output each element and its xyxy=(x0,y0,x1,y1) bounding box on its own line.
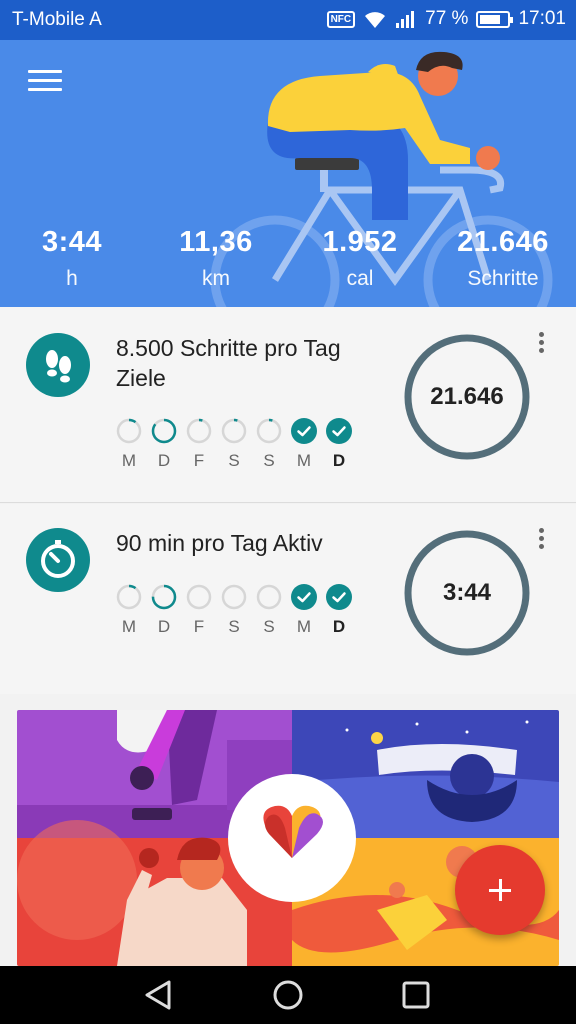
goal-card-active-minutes[interactable]: 90 min pro Tag Aktiv M D F S S M D 3:44 xyxy=(0,504,576,694)
day-progress: D xyxy=(151,418,177,471)
day-progress: D xyxy=(151,584,177,637)
day-label: S xyxy=(263,617,275,636)
day-progress: M xyxy=(291,584,317,637)
goal-value: 21.646 xyxy=(430,383,504,410)
day-progress-ring xyxy=(116,584,142,610)
weekly-progress: MDFSSMD xyxy=(116,584,366,644)
day-progress: D xyxy=(326,584,352,637)
day-label: M xyxy=(121,451,137,470)
stat-duration: 3:44 h xyxy=(7,226,137,291)
day-progress: D xyxy=(326,418,352,471)
day-progress: M xyxy=(116,584,142,637)
day-progress: S xyxy=(221,584,247,637)
day-label: S xyxy=(228,451,240,470)
stat-value: 21.646 xyxy=(457,226,549,258)
stat-value: 3:44 xyxy=(41,226,103,258)
day-label: M xyxy=(296,451,312,470)
stat-value: 1.952 xyxy=(322,226,398,258)
signal-icon xyxy=(396,11,415,28)
daily-stats: 3:44 h 11,36 km 1.952 cal 21.646 Schritt… xyxy=(0,226,576,296)
day-label: D xyxy=(332,617,346,636)
timer-icon xyxy=(26,528,90,592)
battery-icon xyxy=(476,10,514,28)
stat-unit: km xyxy=(202,267,230,290)
goal-progress-ring: 21.646 xyxy=(402,332,532,462)
day-label: S xyxy=(263,451,275,470)
day-label: F xyxy=(193,617,205,636)
home-icon[interactable] xyxy=(268,978,308,1012)
stat-distance: 11,36 km xyxy=(151,226,281,291)
day-label: D xyxy=(332,451,346,470)
day-complete-icon xyxy=(326,584,352,610)
more-options-button[interactable] xyxy=(536,528,546,552)
day-progress: F xyxy=(186,418,212,471)
day-progress: S xyxy=(256,584,282,637)
system-nav-bar xyxy=(0,966,576,1024)
day-progress-ring xyxy=(116,418,142,444)
menu-button[interactable] xyxy=(28,70,62,96)
day-progress-ring xyxy=(186,418,212,444)
carrier-name: T-Mobile A xyxy=(12,9,102,30)
day-label: M xyxy=(296,617,312,636)
day-complete-icon xyxy=(291,584,317,610)
day-complete-icon xyxy=(291,418,317,444)
recents-icon[interactable] xyxy=(396,978,436,1012)
goal-value: 3:44 xyxy=(442,579,492,606)
day-progress-ring xyxy=(256,418,282,444)
weekly-progress: MDFSSMD xyxy=(116,418,366,478)
clock: 17:01 xyxy=(518,8,566,29)
day-progress-ring xyxy=(221,584,247,610)
stat-unit: h xyxy=(66,267,78,290)
day-complete-icon xyxy=(326,418,352,444)
day-progress-ring xyxy=(151,418,177,444)
day-progress: S xyxy=(256,418,282,471)
day-progress-ring xyxy=(256,584,282,610)
day-progress-ring xyxy=(151,584,177,610)
stat-unit: cal xyxy=(346,267,374,290)
nfc-icon: NFC xyxy=(326,10,356,28)
day-label: S xyxy=(228,617,240,636)
day-progress: F xyxy=(186,584,212,637)
back-icon[interactable] xyxy=(139,978,179,1012)
goal-progress-ring: 3:44 xyxy=(402,528,532,658)
day-label: D xyxy=(157,451,171,470)
activity-header: 3:44 h 11,36 km 1.952 cal 21.646 Schritt… xyxy=(0,40,576,307)
goal-title: 8.500 Schritte pro Tag Ziele xyxy=(116,335,341,391)
stat-steps: 21.646 Schritte xyxy=(438,226,568,291)
stat-unit: Schritte xyxy=(467,267,539,290)
goal-title: 90 min pro Tag Aktiv xyxy=(116,530,323,556)
day-progress: M xyxy=(116,418,142,471)
battery-percent: 77 % xyxy=(425,8,469,29)
day-progress: S xyxy=(221,418,247,471)
day-label: D xyxy=(157,617,171,636)
day-progress-ring xyxy=(186,584,212,610)
stat-calories: 1.952 cal xyxy=(295,226,425,291)
wifi-icon xyxy=(365,12,386,28)
goal-card-steps[interactable]: 8.500 Schritte pro Tag Ziele M D F S S M D 21.… xyxy=(0,307,576,503)
status-bar: T-Mobile A NFC 77 % 17:01 xyxy=(0,0,576,40)
add-activity-button[interactable] xyxy=(455,845,545,935)
day-label: M xyxy=(121,617,137,636)
day-progress-ring xyxy=(221,418,247,444)
stat-value: 11,36 xyxy=(179,226,253,258)
day-progress: M xyxy=(291,418,317,471)
footsteps-icon xyxy=(26,333,90,397)
more-options-button[interactable] xyxy=(536,332,546,356)
day-label: F xyxy=(193,451,205,470)
